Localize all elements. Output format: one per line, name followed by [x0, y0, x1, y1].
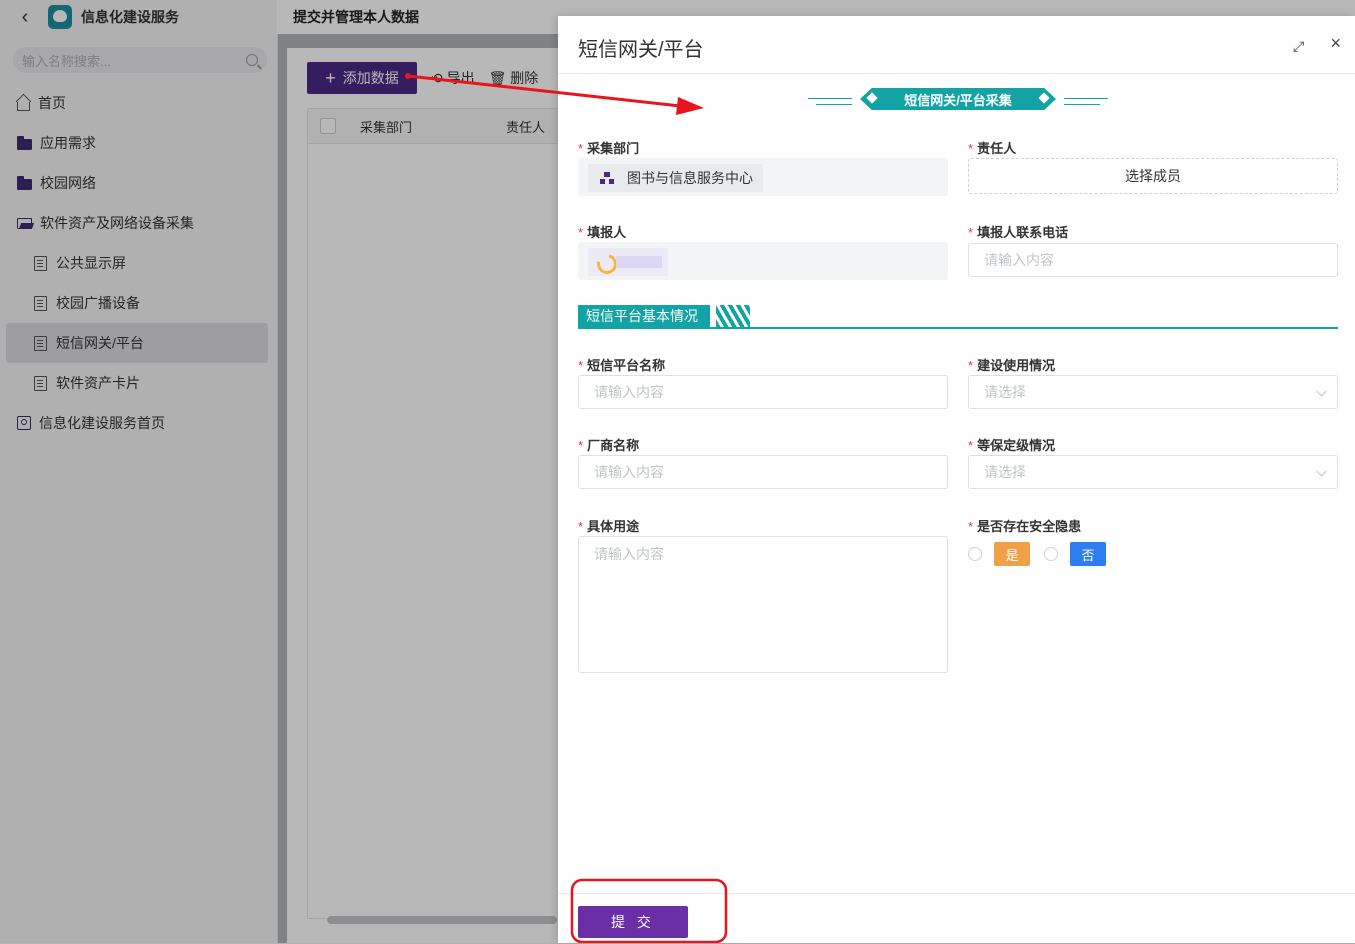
submit-button[interactable]: 提 交 — [578, 906, 688, 938]
dept-label-text: 采集部门 — [587, 141, 640, 156]
drawer-footer: 提 交 — [558, 893, 1355, 944]
hazard-yes-radio[interactable] — [968, 547, 982, 561]
platform-name-input[interactable]: 请输入内容 — [578, 375, 948, 409]
section-banner: 短信网关/平台采集 — [808, 86, 1108, 112]
reporter-label: * 填报人 — [578, 225, 627, 240]
purpose-label: * 具体用途 — [578, 519, 640, 534]
hazard-no-radio[interactable] — [1044, 547, 1058, 561]
purpose-textarea[interactable]: 请输入内容 — [578, 536, 948, 673]
expand-icon[interactable]: ⤢ — [1293, 38, 1307, 54]
security-level-label-text: 等保定级情况 — [977, 438, 1056, 453]
usage-status-label-text: 建设使用情况 — [977, 358, 1056, 373]
purpose-placeholder: 请输入内容 — [594, 546, 664, 562]
redacted-name — [616, 256, 662, 268]
vendor-label: * 厂商名称 — [578, 438, 640, 453]
reporter-avatar — [588, 248, 668, 278]
banner-line-left — [808, 98, 852, 99]
platform-name-placeholder: 请输入内容 — [594, 384, 664, 400]
hazard-yes-badge[interactable]: 是 — [994, 542, 1030, 566]
usage-status-label: * 建设使用情况 — [968, 358, 1056, 373]
hazard-label: * 是否存在安全隐患 — [968, 519, 1082, 534]
form-drawer: 短信网关/平台 ⤢ × 短信网关/平台采集 * 采集部门 图书与信息服务中心 * 责… — [558, 16, 1355, 943]
phone-placeholder: 请输入内容 — [984, 252, 1054, 268]
dept-tag: 图书与信息服务中心 — [588, 164, 763, 192]
hazard-label-text: 是否存在安全隐患 — [977, 519, 1082, 534]
security-level-label: * 等保定级情况 — [968, 438, 1056, 453]
platform-name-label-text: 短信平台名称 — [587, 358, 666, 373]
dept-value: 图书与信息服务中心 — [627, 170, 753, 186]
banner-line-left-2 — [816, 104, 852, 105]
usage-status-select[interactable]: 请选择 — [968, 375, 1338, 409]
chevron-down-icon — [1316, 466, 1327, 477]
chevron-down-icon — [1316, 386, 1327, 397]
platform-name-label: * 短信平台名称 — [578, 358, 666, 373]
security-level-select[interactable]: 请选择 — [968, 455, 1338, 489]
security-level-placeholder: 请选择 — [984, 464, 1026, 480]
vendor-label-text: 厂商名称 — [587, 438, 640, 453]
drawer-header: 短信网关/平台 ⤢ × — [558, 16, 1355, 74]
vendor-placeholder: 请输入内容 — [594, 464, 664, 480]
dept-label: * 采集部门 — [578, 141, 640, 156]
subsection-label: 短信平台基本情况 — [578, 305, 710, 327]
close-icon[interactable]: × — [1330, 34, 1341, 52]
section-banner-title: 短信网关/平台采集 — [904, 92, 1012, 108]
subsection-stripes — [716, 305, 750, 327]
subsection-title: 短信平台基本情况 — [578, 305, 1338, 329]
usage-status-placeholder: 请选择 — [984, 384, 1026, 400]
phone-label-text: 填报人联系电话 — [977, 225, 1069, 240]
dept-field: 图书与信息服务中心 — [578, 158, 948, 196]
banner-ribbon: 短信网关/平台采集 — [860, 88, 1056, 110]
select-member-label: 选择成员 — [1125, 168, 1181, 184]
reporter-label-text: 填报人 — [587, 225, 627, 240]
owner-label: * 责任人 — [968, 141, 1017, 156]
org-chart-icon — [600, 172, 614, 184]
phone-input[interactable]: 请输入内容 — [968, 243, 1338, 277]
banner-line-right — [1064, 98, 1108, 99]
purpose-label-text: 具体用途 — [587, 519, 640, 534]
owner-label-text: 责任人 — [977, 141, 1017, 156]
phone-label: * 填报人联系电话 — [968, 225, 1069, 240]
hazard-no-badge[interactable]: 否 — [1070, 542, 1106, 566]
drawer-title: 短信网关/平台 — [578, 39, 704, 61]
select-member-button[interactable]: 选择成员 — [968, 158, 1338, 194]
banner-line-right-2 — [1064, 104, 1100, 105]
vendor-input[interactable]: 请输入内容 — [578, 455, 948, 489]
hazard-radio-group: 是 否 — [968, 542, 1106, 566]
reporter-field — [578, 242, 948, 280]
